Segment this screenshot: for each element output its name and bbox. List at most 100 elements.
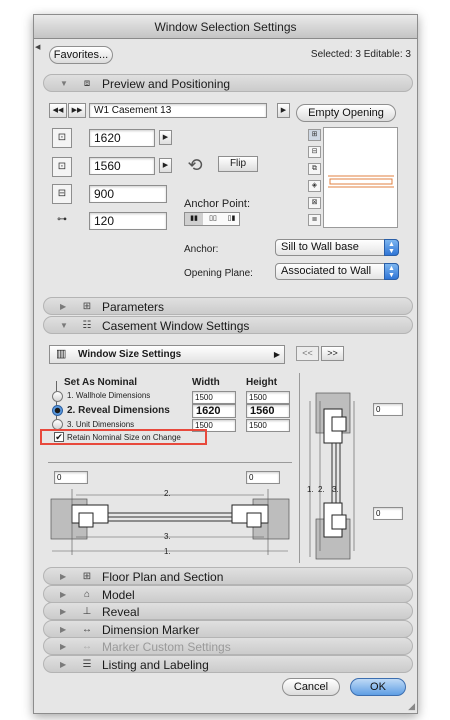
plan-detail-drawing bbox=[50, 489, 290, 555]
section-detail-drawing bbox=[309, 392, 355, 560]
section-parameters[interactable]: ▶ ⊞ Parameters bbox=[43, 297, 413, 315]
flip-button[interactable]: Flip bbox=[218, 156, 258, 172]
section-label: Casement Window Settings bbox=[102, 319, 250, 333]
cancel-button[interactable]: Cancel bbox=[282, 678, 340, 696]
section-reveal[interactable]: ▶ ⊥ Reveal bbox=[43, 602, 413, 620]
width-column-header: Width bbox=[192, 377, 220, 388]
anchor-select[interactable]: Sill to Wall base ▲ ▼ bbox=[275, 239, 399, 256]
section-bottom-offset-field[interactable]: 0 bbox=[373, 507, 403, 520]
page-selector-popup[interactable]: ▥ Window Size Settings ▶ bbox=[49, 345, 285, 364]
height-menu-button[interactable]: ▶ bbox=[159, 158, 172, 173]
favorites-button[interactable]: Favorites... bbox=[49, 46, 113, 64]
row-label: 2. Reveal Dimensions bbox=[67, 405, 170, 416]
anchor-left-icon[interactable]: ▮▮ bbox=[185, 213, 203, 225]
section-model[interactable]: ▶ ⌂ Model bbox=[43, 585, 413, 603]
collapsed-triangle-icon: ▶ bbox=[60, 302, 67, 311]
size-settings-icon: ▥ bbox=[56, 348, 67, 360]
element-name-field[interactable]: W1 Casement 13 bbox=[89, 103, 267, 118]
select-arrows-icon: ▲ ▼ bbox=[384, 239, 399, 256]
width-menu-button[interactable]: ▶ bbox=[159, 130, 172, 145]
section-listing-labeling[interactable]: ▶ ☰ Listing and Labeling bbox=[43, 655, 413, 673]
toolbar-toggle-icon[interactable]: ◀ bbox=[35, 43, 40, 51]
previous-element-button[interactable]: ◀◀ bbox=[49, 103, 67, 118]
resize-grip-icon[interactable]: ◢ bbox=[408, 701, 415, 711]
wallhole-height-field[interactable]: 1500 bbox=[246, 391, 290, 404]
section-preview-positioning[interactable]: ▼ ⧈ Preview and Positioning bbox=[43, 74, 413, 92]
select-arrows-icon: ▲ ▼ bbox=[384, 263, 399, 280]
empty-opening-button[interactable]: Empty Opening bbox=[296, 104, 396, 122]
section-label: Reveal bbox=[102, 605, 140, 619]
section-dim-3-label: 3. bbox=[332, 485, 339, 494]
reveal-icon: ⊥ bbox=[82, 606, 92, 617]
unit-height-field[interactable]: 1500 bbox=[246, 419, 290, 432]
preview-3d-tool-icon[interactable]: ◈ bbox=[308, 180, 321, 192]
preview-section-tool-icon[interactable]: ⊟ bbox=[308, 146, 321, 158]
window-title: Window Selection Settings bbox=[34, 15, 417, 39]
section-label: Preview and Positioning bbox=[102, 77, 231, 91]
model-icon: ⌂ bbox=[83, 589, 91, 600]
section-marker-custom-settings[interactable]: ▶ ↔ Marker Custom Settings bbox=[43, 637, 413, 655]
section-label: Listing and Labeling bbox=[102, 658, 209, 672]
opening-plane-select[interactable]: Associated to Wall ▲ ▼ bbox=[275, 263, 399, 280]
anchor-label: Anchor: bbox=[184, 244, 219, 255]
marker-custom-icon: ↔ bbox=[82, 641, 92, 652]
settings-dialog: Window Selection Settings ◀ Favorites...… bbox=[33, 14, 418, 714]
dim-1-label: 1. bbox=[164, 547, 171, 556]
collapsed-triangle-icon: ▶ bbox=[60, 590, 67, 599]
sill-height-icon: ⊟ bbox=[52, 184, 72, 204]
next-element-button[interactable]: ▶▶ bbox=[68, 103, 86, 118]
anchor-center-icon[interactable]: ▯▯ bbox=[204, 213, 222, 225]
plan-right-offset-field[interactable]: 0 bbox=[246, 471, 280, 484]
height-icon: ⊡ bbox=[52, 157, 72, 177]
expand-triangle-icon: ▼ bbox=[60, 321, 68, 330]
reveal-radio[interactable] bbox=[52, 405, 63, 416]
wallhole-radio[interactable] bbox=[52, 391, 63, 402]
width-field[interactable]: 1620 bbox=[89, 129, 155, 147]
sill-height-field[interactable]: 900 bbox=[89, 185, 167, 203]
set-as-nominal-label: Set As Nominal bbox=[64, 377, 137, 388]
wallhole-width-field[interactable]: 1500 bbox=[192, 391, 236, 404]
reveal-height-field[interactable]: 1560 bbox=[246, 404, 290, 418]
section-label: Floor Plan and Section bbox=[102, 570, 224, 584]
opening-plane-value: Associated to Wall bbox=[281, 265, 372, 277]
next-page-button[interactable]: >> bbox=[321, 346, 344, 361]
element-menu-button[interactable]: ▶ bbox=[277, 103, 290, 118]
anchor-right-icon[interactable]: ▯▮ bbox=[223, 213, 240, 225]
reveal-depth-icon: ⊶ bbox=[57, 214, 67, 225]
opening-plane-label: Opening Plane: bbox=[184, 268, 253, 279]
expand-triangle-icon: ▼ bbox=[60, 79, 68, 88]
collapsed-triangle-icon: ▶ bbox=[60, 660, 67, 669]
section-dimension-marker[interactable]: ▶ ↔ Dimension Marker bbox=[43, 620, 413, 638]
retain-nominal-checkbox[interactable]: ✔ bbox=[54, 432, 64, 442]
collapsed-triangle-icon: ▶ bbox=[60, 607, 67, 616]
preview-plan-tool-icon[interactable]: ⊞ bbox=[308, 129, 321, 141]
section-label: Dimension Marker bbox=[102, 623, 200, 637]
height-column-header: Height bbox=[246, 377, 278, 388]
preview-list-tool-icon[interactable]: ≣ bbox=[308, 214, 321, 226]
plan-divider bbox=[48, 462, 292, 463]
reveal-depth-field[interactable]: 120 bbox=[89, 212, 167, 230]
preview-axon-tool-icon[interactable]: ⊠ bbox=[308, 197, 321, 209]
section-top-offset-field[interactable]: 0 bbox=[373, 403, 403, 416]
anchor-value: Sill to Wall base bbox=[281, 241, 359, 253]
section-divider bbox=[299, 373, 300, 563]
section-label: Parameters bbox=[102, 300, 165, 314]
height-field[interactable]: 1560 bbox=[89, 157, 155, 175]
collapsed-triangle-icon: ▶ bbox=[60, 572, 67, 581]
plan-left-offset-field[interactable]: 0 bbox=[54, 471, 88, 484]
page-selector-label: Window Size Settings bbox=[78, 349, 182, 360]
section-dim-2-label: 2. bbox=[318, 485, 325, 494]
dimension-marker-icon: ↔ bbox=[82, 624, 92, 635]
reveal-width-field[interactable]: 1620 bbox=[192, 404, 236, 418]
section-floor-plan[interactable]: ▶ ⊞ Floor Plan and Section bbox=[43, 567, 413, 585]
previous-page-button[interactable]: << bbox=[296, 346, 319, 361]
section-casement-settings[interactable]: ▼ ☷ Casement Window Settings bbox=[43, 316, 413, 334]
preview-pane bbox=[323, 127, 398, 228]
section-dim-1-label: 1. bbox=[307, 485, 314, 494]
ok-button[interactable]: OK bbox=[350, 678, 406, 696]
section-label: Model bbox=[102, 588, 135, 602]
anchor-point-selector[interactable]: ▮▮ ▯▯ ▯▮ bbox=[184, 212, 240, 226]
section-label: Marker Custom Settings bbox=[102, 640, 231, 654]
preview-elevation-tool-icon[interactable]: ⧉ bbox=[308, 163, 321, 175]
floor-plan-icon: ⊞ bbox=[82, 571, 92, 582]
